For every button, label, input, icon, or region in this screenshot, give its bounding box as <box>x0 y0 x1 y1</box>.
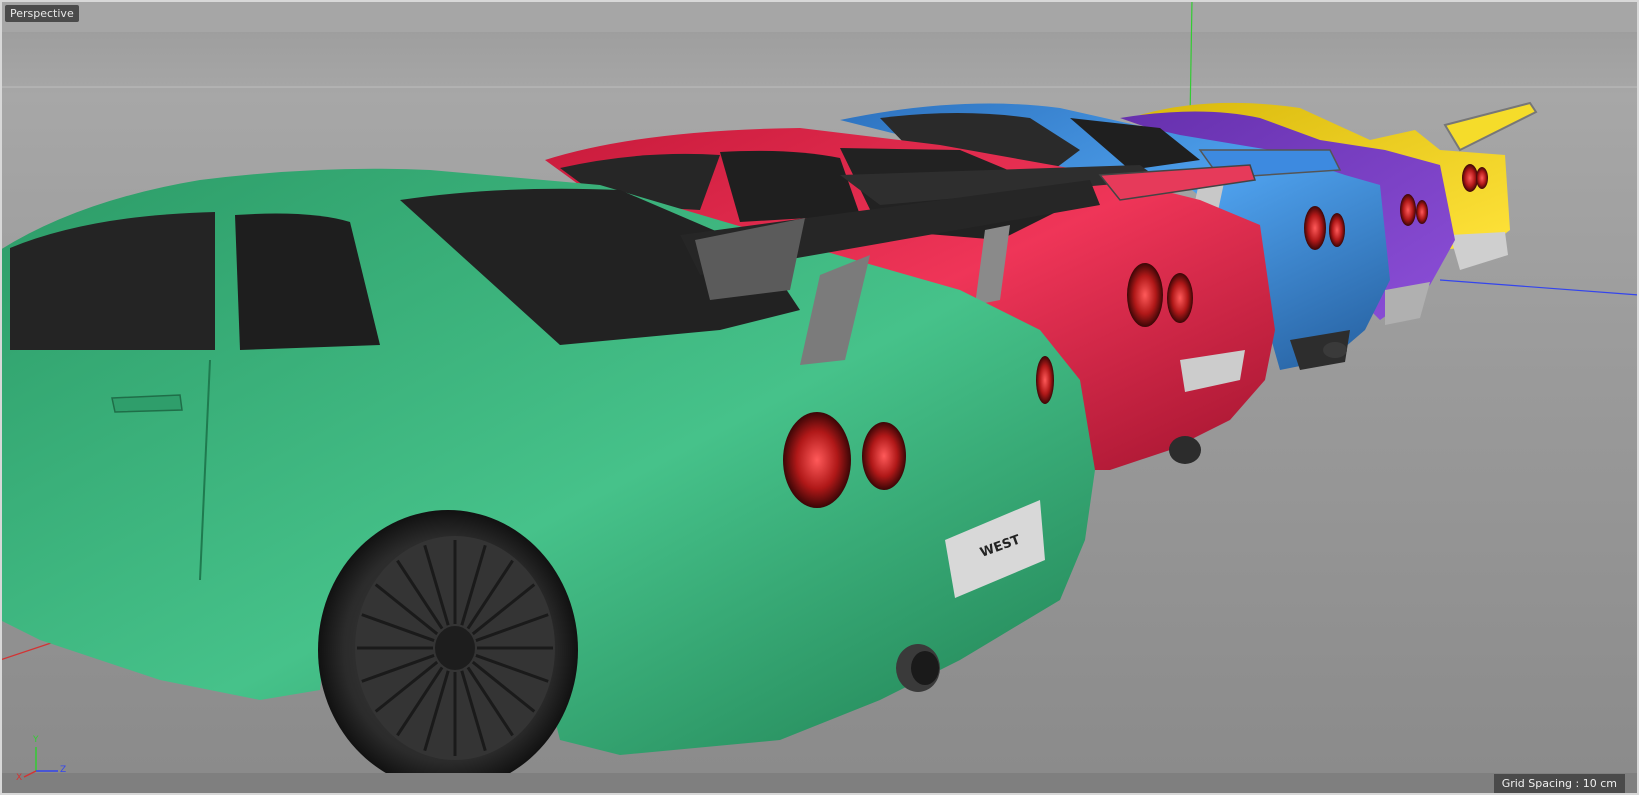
grid-spacing-readout: Grid Spacing : 10 cm <box>1493 774 1625 793</box>
z-axis-label: Z <box>60 765 67 775</box>
x-axis-label: X <box>16 773 23 783</box>
viewport-footer-strip <box>0 773 1639 795</box>
viewport-title[interactable]: Perspective <box>5 5 79 22</box>
scene-render[interactable]: WEST <box>0 0 1639 795</box>
rear-wheel <box>318 510 578 790</box>
y-axis-label: Y <box>33 735 39 745</box>
3d-viewport[interactable]: WEST Perspective Y Z X Grid Spacing : 10… <box>0 0 1639 795</box>
axis-gizmo: Y Z X <box>12 735 72 785</box>
y-axis-line <box>1189 0 1193 121</box>
z-axis-line <box>1439 279 1639 296</box>
